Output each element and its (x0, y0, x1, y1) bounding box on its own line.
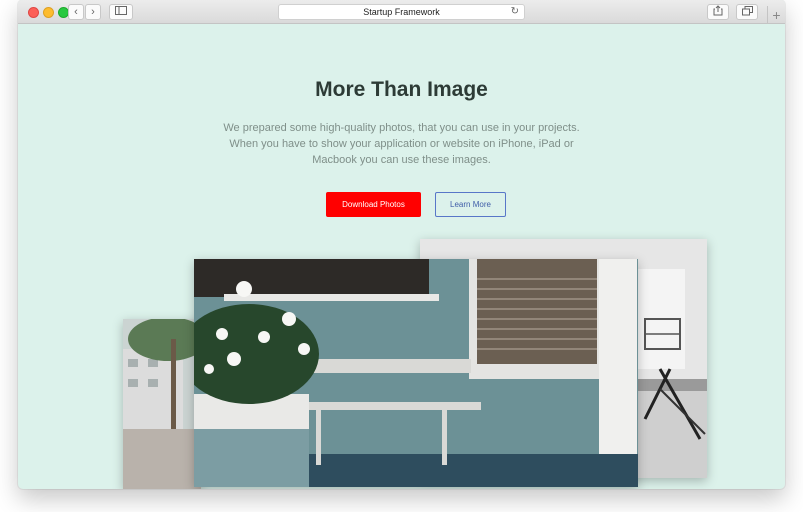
reload-icon[interactable]: ↻ (511, 6, 519, 17)
close-window-button[interactable] (28, 7, 39, 18)
page-title: More Than Image (315, 78, 488, 101)
tabs-icon (741, 5, 753, 19)
address-bar[interactable]: Startup Framework ↻ (278, 4, 525, 20)
sidebar-button[interactable] (109, 4, 133, 20)
new-tab-icon: + (772, 7, 781, 23)
new-tab-button[interactable]: + (767, 6, 785, 24)
download-photos-button[interactable]: Download Photos (326, 192, 421, 217)
back-icon: ‹ (74, 5, 78, 18)
browser-window: ‹ › Startup Framework ↻ + More Than Imag… (18, 0, 785, 489)
minimize-window-button[interactable] (43, 7, 54, 18)
forward-button[interactable]: › (85, 4, 101, 20)
forward-icon: › (91, 5, 95, 18)
address-text: Startup Framework (363, 7, 440, 17)
share-icon (713, 5, 723, 19)
description-line: When you have to show your application o… (229, 138, 574, 150)
browser-toolbar: ‹ › Startup Framework ↻ + (18, 0, 785, 24)
page-content: More Than Image We prepared some high-qu… (18, 24, 785, 489)
tabs-button[interactable] (736, 4, 758, 20)
learn-more-button[interactable]: Learn More (435, 192, 506, 217)
photo-building-bench (194, 259, 638, 487)
sidebar-icon (115, 6, 127, 18)
back-button[interactable]: ‹ (68, 4, 84, 20)
photo-street-tree (123, 319, 201, 489)
description-line: Macbook you can use these images. (312, 154, 491, 166)
hero-description: We prepared some high-quality photos, th… (218, 120, 585, 168)
share-button[interactable] (707, 4, 729, 20)
description-line: We prepared some high-quality photos, th… (223, 122, 580, 134)
